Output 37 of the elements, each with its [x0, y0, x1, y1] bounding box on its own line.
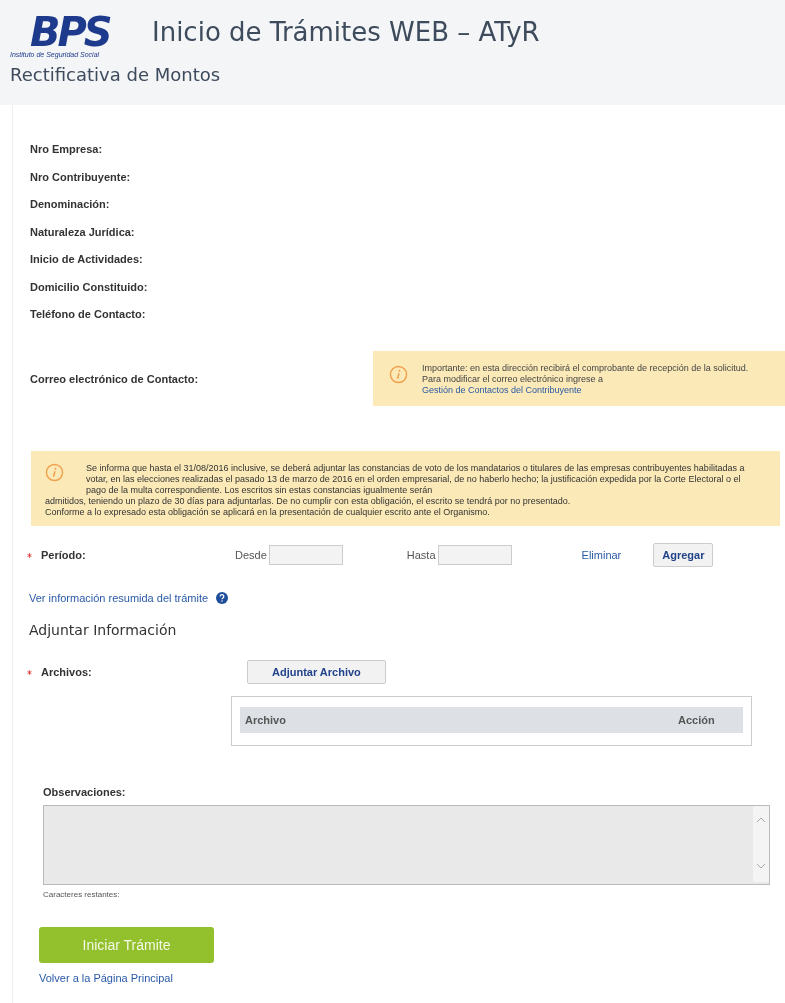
attach-file-button[interactable]: Adjuntar Archivo	[247, 660, 386, 684]
field-label: Hasta	[406, 549, 436, 561]
column-header: Archivo	[245, 714, 286, 726]
field-label: Correo electrónico de Contacto:	[29, 372, 200, 385]
page-subtitle: Rectificativa de Montos	[10, 64, 222, 86]
page-title: Inicio de Trámites WEB – ATyR	[152, 17, 540, 47]
field-label: Naturaleza Jurídica:	[30, 225, 136, 239]
field-label: Domicilio Constituido:	[30, 280, 149, 294]
section-title: Adjuntar Información	[29, 622, 178, 638]
warning-text: admitidos, teniendo un plazo de 30 días para adjuntarlas. De no cumplir con esta obligación, el escrito se tendrá por no presentado.	[45, 496, 572, 507]
add-button[interactable]: Agregar	[653, 543, 714, 567]
logo: BPS	[30, 14, 110, 50]
warning-text: Se informa que hasta el 31/08/2016 inclusive, se deberá adjuntar las constancias de voto de los mandatarios o titulares de las empresas contribuyentes habilitadas a votar, en las elecciones realizadas el pasado 13 de marzo de 2016 en el orden empresarial, de no haberlo hecho; la justificación expedida por la Corte Electoral o el pago de la multa correspondiente. Los escritos sin estas constancias igualmente serán	[86, 463, 746, 496]
field-label: Período:	[41, 549, 86, 561]
date-field[interactable]	[268, 545, 343, 565]
field-label: Denominación:	[30, 198, 111, 211]
character-count: Caracteres restantes:	[43, 890, 121, 899]
remove-link[interactable]: Eliminar	[581, 549, 622, 561]
field-label: Archivos:	[41, 666, 92, 678]
contacts-link[interactable]: Gestión de Contactos del Contribuyente	[422, 385, 582, 395]
observations-field[interactable]	[43, 805, 770, 885]
field-label: Nro Empresa:	[30, 143, 104, 156]
info-icon	[389, 365, 408, 384]
field-label: Teléfono de Contacto:	[30, 308, 147, 321]
field-label: Nro Contribuyente:	[30, 170, 132, 184]
help-icon[interactable]	[216, 592, 229, 604]
date-field[interactable]	[437, 545, 512, 565]
back-link[interactable]: Volver a la Página Principal	[39, 972, 173, 984]
scrollbar[interactable]	[753, 806, 769, 882]
notice-text: Importante: en esta dirección recibirá el comprobante de recepción de la solicitud. Para modificar el correo electrónico ingrese a Gestión de Contactos del Contribuyente	[422, 363, 750, 396]
column-header: Acción	[678, 714, 716, 726]
summary-link[interactable]: Ver información resumida del trámite	[29, 592, 209, 604]
field-label: Desde	[235, 549, 267, 561]
warning-text: Conforme a lo expresado esta obligación se aplicará en la presentación de cualquier escrito ante el Organismo.	[45, 507, 491, 518]
field-label: Observaciones:	[43, 786, 127, 798]
field-label: Inicio de Actividades:	[30, 253, 144, 266]
info-icon	[45, 463, 64, 482]
